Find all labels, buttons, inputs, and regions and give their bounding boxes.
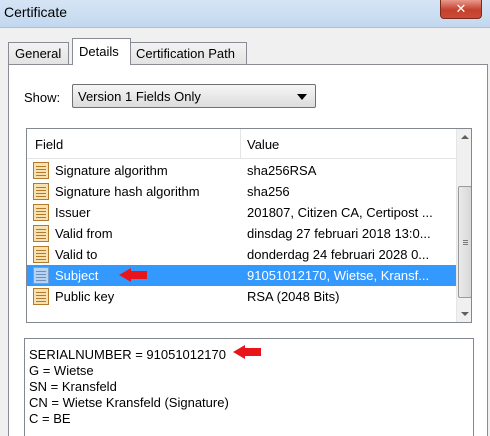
close-button[interactable]: ✕ xyxy=(440,0,482,19)
red-arrow-annotation-icon xyxy=(233,345,261,359)
field-name: Signature hash algorithm xyxy=(55,184,200,199)
field-name: Public key xyxy=(55,289,115,304)
certificate-field-icon xyxy=(33,183,49,200)
certificate-field-icon xyxy=(33,246,49,263)
list-header: Field Value xyxy=(27,129,456,159)
red-arrow-annotation-icon xyxy=(119,268,147,282)
show-dropdown[interactable]: Version 1 Fields Only xyxy=(72,84,316,108)
column-header-value[interactable]: Value xyxy=(247,137,279,152)
certificate-field-icon xyxy=(33,162,49,179)
field-name: Valid from xyxy=(55,226,113,241)
scroll-up-button[interactable] xyxy=(457,129,471,146)
field-name: Valid to xyxy=(55,247,98,262)
field-name: Issuer xyxy=(55,205,91,220)
certificate-field-icon xyxy=(33,225,49,242)
table-row[interactable]: Valid to donderdag 24 februari 2028 0... xyxy=(27,244,456,265)
vertical-scrollbar[interactable] xyxy=(456,129,471,322)
certificate-field-icon xyxy=(33,204,49,221)
chevron-down-icon xyxy=(297,94,307,100)
field-value: sha256RSA xyxy=(247,163,317,178)
detail-line: CN = Wietse Kransfeld (Signature) xyxy=(29,395,229,410)
field-value: dinsdag 27 februari 2018 13:0... xyxy=(247,226,431,241)
table-row[interactable]: Signature hash algorithm sha256 xyxy=(27,181,456,202)
scroll-down-button[interactable] xyxy=(457,305,471,322)
tab-general[interactable]: General xyxy=(8,42,69,64)
field-value: sha256 xyxy=(247,184,290,199)
show-dropdown-value: Version 1 Fields Only xyxy=(78,89,201,104)
tab-details[interactable]: Details xyxy=(72,38,131,65)
field-value: donderdag 24 februari 2028 0... xyxy=(247,247,430,262)
tab-certification-path[interactable]: Certification Path xyxy=(129,42,247,64)
tab-label: Details xyxy=(79,44,119,59)
detail-line: C = BE xyxy=(29,411,71,426)
field-detail-textbox[interactable]: SERIALNUMBER = 91051012170 G = Wietse SN… xyxy=(24,338,474,436)
title-bar: Certificate ✕ xyxy=(0,0,490,28)
scroll-thumb[interactable] xyxy=(458,186,471,298)
table-row[interactable]: Valid from dinsdag 27 februari 2018 13:0… xyxy=(27,223,456,244)
detail-line: SN = Kransfeld xyxy=(29,379,117,394)
table-row[interactable]: Public key RSA (2048 Bits) xyxy=(27,286,456,307)
column-divider[interactable] xyxy=(240,129,241,159)
table-row-selected[interactable]: Subject 91051012170, Wietse, Kransf... xyxy=(27,265,456,286)
window-title: Certificate xyxy=(4,4,68,20)
field-value: RSA (2048 Bits) xyxy=(247,289,340,304)
field-value: 91051012170, Wietse, Kransf... xyxy=(247,268,430,283)
grip-icon xyxy=(463,240,468,241)
field-name: Signature algorithm xyxy=(55,163,168,178)
table-row[interactable]: Issuer 201807, Citizen CA, Certipost ... xyxy=(27,202,456,223)
field-value: 201807, Citizen CA, Certipost ... xyxy=(247,205,433,220)
certificate-field-icon xyxy=(33,288,49,305)
show-label: Show: xyxy=(24,90,61,105)
detail-line: SERIALNUMBER = 91051012170 xyxy=(29,347,226,362)
detail-line: G = Wietse xyxy=(29,363,94,378)
field-name: Subject xyxy=(55,268,99,283)
certificate-field-icon xyxy=(33,267,49,284)
tab-label: Certification Path xyxy=(136,46,235,61)
column-header-field[interactable]: Field xyxy=(35,137,63,152)
table-row[interactable]: Signature algorithm sha256RSA xyxy=(27,160,456,181)
fields-list[interactable]: Field Value Signature algorithm sha256RS… xyxy=(26,128,472,323)
tab-label: General xyxy=(15,46,62,61)
close-icon: ✕ xyxy=(455,1,467,16)
